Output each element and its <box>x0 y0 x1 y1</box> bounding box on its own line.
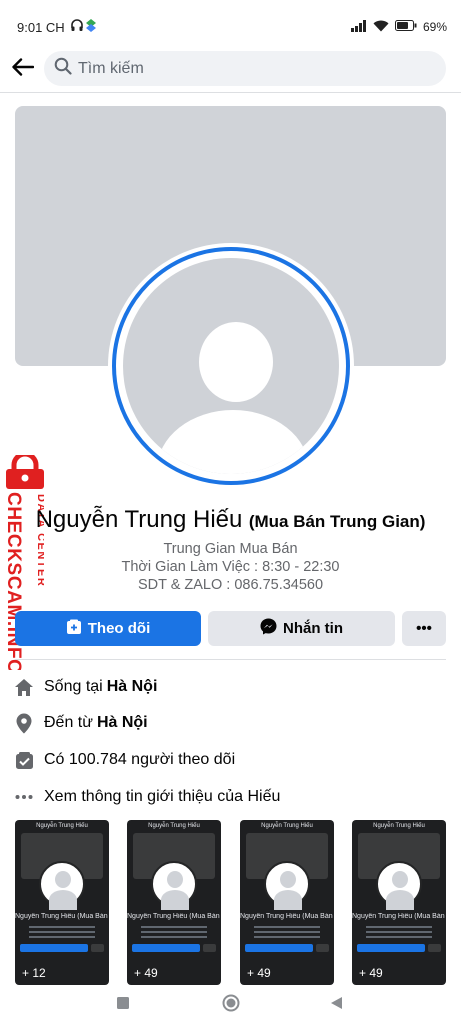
from-value[interactable]: Hà Nội <box>97 714 148 732</box>
thumbnail-title: Nguyễn Trung Hiếu <box>373 823 425 829</box>
detail-from: Đến từ Hà Nội <box>12 710 452 736</box>
battery-percent: 69% <box>422 20 447 34</box>
profile-name: Nguyễn Trung Hiếu (Mua Bán Trung Gian) <box>0 506 461 534</box>
thumbnail-text-line <box>141 931 207 933</box>
followers-icon <box>12 748 36 772</box>
thumbnail-text-line <box>141 926 207 928</box>
more-icon: ••• <box>416 620 432 637</box>
thumbnail-name: Nguyễn Trung Hiếu (Mua Bán Trung Gian) <box>127 913 221 920</box>
thumbnail-text-line <box>254 936 320 938</box>
bio-line: SDT & ZALO : 086.75.34560 <box>137 577 324 593</box>
thumbnail-title: Nguyễn Trung Hiếu <box>148 823 200 829</box>
photo-count: + 49 <box>247 966 271 980</box>
signal-icon <box>350 19 367 35</box>
photo-count: + 12 <box>22 966 46 980</box>
thumbnail-title: Nguyễn Trung Hiếu <box>36 823 88 829</box>
thumbnail-text-line <box>29 931 95 933</box>
section-divider <box>15 659 446 660</box>
thumbnail-more-bar <box>316 944 329 952</box>
detail-followers[interactable]: Có 100.784 người theo dõi <box>12 747 452 773</box>
status-time: 9:01 CH <box>17 20 65 35</box>
arrow-left-icon <box>12 57 35 81</box>
search-bar[interactable] <box>44 51 446 86</box>
from-prefix: Đến từ <box>44 714 93 731</box>
thumbnail-text-line <box>29 936 95 938</box>
thumbnail-follow-bar <box>20 944 88 952</box>
thumbnail-more-bar <box>91 944 104 952</box>
about-text: Xem thông tin giới thiệu của Hiếu <box>44 788 281 805</box>
photo-thumbnail[interactable]: Nguyễn Trung Hiếu Nguyễn Trung Hiếu (Mua… <box>15 820 109 985</box>
thumbnail-avatar-icon <box>376 861 422 910</box>
thumbnail-name: Nguyễn Trung Hiếu (Mua Bán Trung Gian) <box>15 913 109 920</box>
profile-name-suffix: (Mua Bán Trung Gian) <box>248 512 426 531</box>
profile-avatar[interactable] <box>108 243 354 489</box>
follow-icon <box>66 619 82 639</box>
photo-thumbnail[interactable]: Nguyễn Trung Hiếu Nguyễn Trung Hiếu (Mua… <box>352 820 446 985</box>
system-nav-bar <box>0 985 461 1024</box>
thumbnail-more-bar <box>203 944 216 952</box>
photo-count: + 49 <box>359 966 383 980</box>
thumbnail-follow-bar <box>132 944 200 952</box>
wifi-icon <box>373 20 389 35</box>
detail-about[interactable]: Xem thông tin giới thiệu của Hiếu <box>12 784 452 810</box>
thumbnail-text-line <box>29 926 95 928</box>
follow-button[interactable]: Theo dõi <box>15 611 201 646</box>
back-nav-button[interactable] <box>324 993 348 1017</box>
photo-strip: Nguyễn Trung Hiếu Nguyễn Trung Hiếu (Mua… <box>15 820 446 985</box>
headphones-icon <box>71 19 83 37</box>
search-icon <box>54 57 72 80</box>
detail-lives-in: Sống tại Hà Nội <box>12 674 452 700</box>
photo-thumbnail[interactable]: Nguyễn Trung Hiếu Nguyễn Trung Hiếu (Mua… <box>240 820 334 985</box>
home-icon <box>12 675 36 699</box>
thumbnail-text-line <box>254 926 320 928</box>
follow-label: Theo dõi <box>87 620 151 637</box>
back-button[interactable] <box>8 54 38 84</box>
square-icon <box>117 996 129 1014</box>
photo-count: + 49 <box>134 966 158 980</box>
thumbnail-avatar-icon <box>264 861 310 910</box>
recent-apps-button[interactable] <box>111 993 135 1017</box>
thumbnail-avatar-icon <box>39 861 85 910</box>
app-notification-icon <box>86 19 96 37</box>
bio-line: Trung Gian Mua Bán <box>163 541 298 557</box>
message-button[interactable]: Nhắn tin <box>208 611 395 646</box>
story-ring <box>112 247 350 485</box>
thumbnail-name: Nguyễn Trung Hiếu (Mua Bán Trung Gian) <box>240 913 334 920</box>
thumbnail-follow-bar <box>357 944 425 952</box>
message-label: Nhắn tin <box>283 620 343 637</box>
profile-name-text: Nguyễn Trung Hiếu <box>35 506 243 533</box>
header-divider <box>0 92 461 93</box>
messenger-icon <box>260 618 277 639</box>
triangle-back-icon <box>330 996 343 1015</box>
bio-line: Thời Gian Làm Việc : 8:30 - 22:30 <box>121 559 340 575</box>
thumbnail-text-line <box>141 936 207 938</box>
circle-icon <box>222 994 240 1017</box>
followers-text: Có 100.784 người theo dõi <box>44 751 236 768</box>
default-avatar-icon <box>123 258 339 474</box>
photo-thumbnail[interactable]: Nguyễn Trung Hiếu Nguyễn Trung Hiếu (Mua… <box>127 820 221 985</box>
battery-icon <box>394 20 417 34</box>
lives-in-prefix: Sống tại <box>44 678 103 695</box>
more-options-button[interactable]: ••• <box>402 611 446 646</box>
thumbnail-text-line <box>366 936 432 938</box>
status-bar: 9:01 CH 69% <box>0 0 461 48</box>
ellipsis-icon <box>12 785 36 809</box>
thumbnail-text-line <box>366 926 432 928</box>
watermark-lock-icon <box>2 451 48 489</box>
thumbnail-text-line <box>254 931 320 933</box>
search-header <box>0 48 461 90</box>
thumbnail-avatar-icon <box>151 861 197 910</box>
thumbnail-name: Nguyễn Trung Hiếu (Mua Bán Trung Gian) <box>352 913 446 920</box>
thumbnail-more-bar <box>428 944 441 952</box>
thumbnail-text-line <box>366 931 432 933</box>
thumbnail-title: Nguyễn Trung Hiếu <box>261 823 313 829</box>
location-pin-icon <box>12 711 36 735</box>
lives-in-value[interactable]: Hà Nội <box>107 678 158 696</box>
search-input[interactable] <box>78 59 398 78</box>
thumbnail-follow-bar <box>245 944 313 952</box>
home-button[interactable] <box>219 993 243 1017</box>
